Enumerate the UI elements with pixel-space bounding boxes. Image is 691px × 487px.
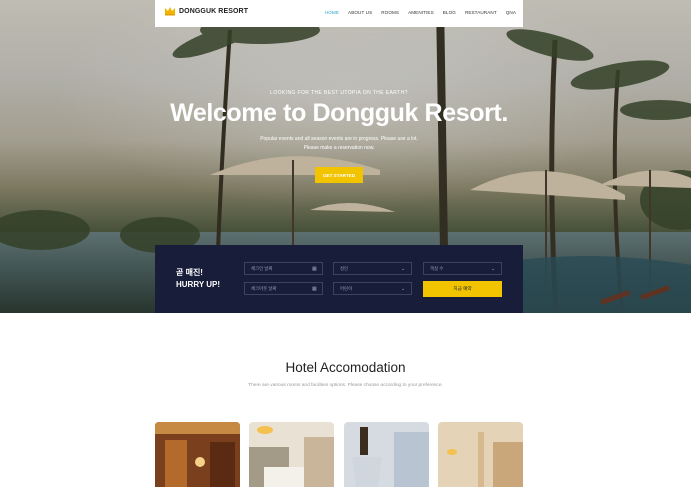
main-nav: HOME ABOUT US ROOMS AMENITIES BLOG RESTA… (325, 10, 516, 15)
room-card[interactable] (344, 422, 429, 487)
room-card[interactable] (438, 422, 523, 487)
rooms-select[interactable]: 객실 수 ⌄ (423, 262, 502, 275)
children-placeholder: 어린이 (340, 285, 353, 291)
room-image (438, 422, 523, 487)
nav-restaurant[interactable]: RESTAURANT (465, 10, 497, 15)
checkout-date-field[interactable]: 체크아웃 날짜 ▦ (244, 282, 323, 295)
room-image (249, 422, 334, 487)
crown-icon (165, 7, 175, 16)
hero-eyebrow: LOOKING FOR THE BEST UTOPIA ON THE EARTH… (270, 90, 408, 96)
chevron-down-icon: ⌄ (401, 266, 406, 272)
hero-title: Welcome to Dongguk Resort. (170, 99, 508, 127)
hurry-korean: 곧 매진! (176, 268, 203, 277)
logo[interactable]: DONGGUK RESORT (164, 6, 248, 16)
calendar-icon: ▦ (312, 266, 317, 272)
room-card[interactable] (249, 422, 334, 487)
hurry-up-label: 곧 매진! HURRY UP! (176, 267, 220, 291)
book-now-button[interactable]: 지금 예약 (423, 281, 502, 297)
nav-about-us[interactable]: ABOUT US (348, 10, 372, 15)
adults-placeholder: 성인 (340, 265, 349, 271)
rooms-placeholder: 객실 수 (430, 265, 444, 271)
hero-subtitle-line1: Popular events and all season events are… (260, 136, 418, 142)
nav-amenities[interactable]: AMENITIES (408, 10, 434, 15)
nav-blog[interactable]: BLOG (443, 10, 456, 15)
children-select[interactable]: 어린이 ⌄ (333, 282, 412, 295)
checkin-date-placeholder: 체크인 날짜 (251, 265, 273, 271)
checkout-date-placeholder: 체크아웃 날짜 (251, 285, 277, 291)
room-image (344, 422, 429, 487)
room-card[interactable] (155, 422, 240, 487)
top-navbar: DONGGUK RESORT HOME ABOUT US ROOMS AMENI… (155, 0, 523, 27)
hurry-english: HURRY UP! (176, 280, 221, 289)
nav-qna[interactable]: QNA (506, 10, 516, 15)
get-started-button[interactable]: GET STARTED (315, 167, 363, 183)
chevron-down-icon: ⌄ (491, 266, 496, 272)
booking-panel: 곧 매진! HURRY UP! (155, 245, 523, 313)
chevron-down-icon: ⌄ (401, 286, 406, 292)
room-image (155, 422, 240, 487)
accommodation-subtitle: There are various rooms and facilities o… (248, 383, 443, 388)
adults-select[interactable]: 성인 ⌄ (333, 262, 412, 275)
hero-subtitle-line2: Please make a reservation now. (303, 145, 375, 151)
logo-text: DONGGUK RESORT (179, 7, 249, 15)
hero-text: LOOKING FOR THE BEST UTOPIA ON THE EARTH… (155, 90, 523, 153)
accommodation-title: Hotel Accomodation (285, 360, 406, 375)
checkin-date-field[interactable]: 체크인 날짜 ▦ (244, 262, 323, 275)
nav-rooms[interactable]: ROOMS (381, 10, 399, 15)
calendar-icon: ▦ (312, 286, 317, 292)
nav-home[interactable]: HOME (325, 10, 339, 15)
